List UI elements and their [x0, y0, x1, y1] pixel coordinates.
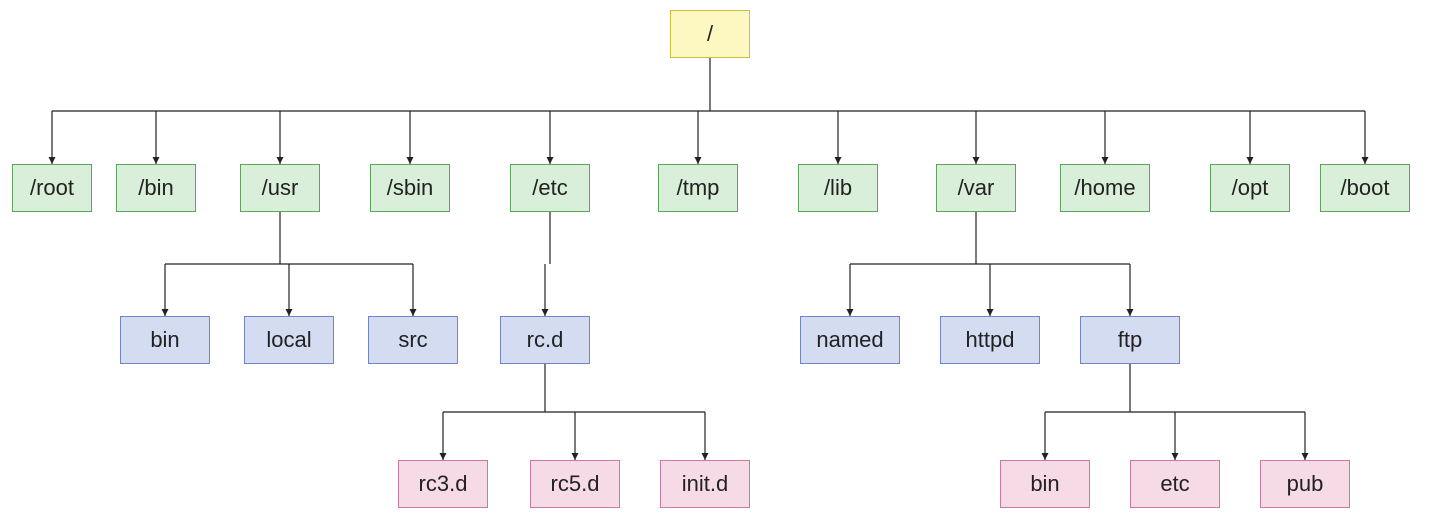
- node-usr: /usr: [240, 164, 320, 212]
- node-label: /lib: [824, 175, 852, 201]
- node-label: /opt: [1232, 175, 1269, 201]
- node-root: /: [670, 10, 750, 58]
- node-lib: /lib: [798, 164, 878, 212]
- node-label: pub: [1287, 471, 1324, 497]
- node-usr-local: local: [244, 316, 334, 364]
- node-usr-bin: bin: [120, 316, 210, 364]
- node-sbin: /sbin: [370, 164, 450, 212]
- node-initd: init.d: [660, 460, 750, 508]
- node-label: ftp: [1118, 327, 1142, 353]
- node-label: local: [266, 327, 311, 353]
- node-rc3d: rc3.d: [398, 460, 488, 508]
- node-label: etc: [1160, 471, 1189, 497]
- node-boot: /boot: [1320, 164, 1410, 212]
- node-opt: /opt: [1210, 164, 1290, 212]
- node-label: /sbin: [387, 175, 433, 201]
- node-var-named: named: [800, 316, 900, 364]
- node-label: rc3.d: [419, 471, 468, 497]
- node-label: named: [816, 327, 883, 353]
- node-ftp-pub: pub: [1260, 460, 1350, 508]
- node-var-ftp: ftp: [1080, 316, 1180, 364]
- node-home: /home: [1060, 164, 1150, 212]
- node-label: /root: [30, 175, 74, 201]
- node-label: rc.d: [527, 327, 564, 353]
- node-etc-rcd: rc.d: [500, 316, 590, 364]
- node-label: /etc: [532, 175, 567, 201]
- node-bin: /bin: [116, 164, 196, 212]
- node-tmp: /tmp: [658, 164, 738, 212]
- node-label: /usr: [262, 175, 299, 201]
- node-label: bin: [150, 327, 179, 353]
- node-label: /bin: [138, 175, 173, 201]
- node-ftp-etc: etc: [1130, 460, 1220, 508]
- node-label: init.d: [682, 471, 728, 497]
- node-label: /: [707, 21, 713, 47]
- node-label: rc5.d: [551, 471, 600, 497]
- node-rc5d: rc5.d: [530, 460, 620, 508]
- node-root-dir: /root: [12, 164, 92, 212]
- node-etc: /etc: [510, 164, 590, 212]
- node-label: /home: [1074, 175, 1135, 201]
- node-var: /var: [936, 164, 1016, 212]
- node-var-httpd: httpd: [940, 316, 1040, 364]
- node-label: /tmp: [677, 175, 720, 201]
- node-usr-src: src: [368, 316, 458, 364]
- node-label: httpd: [966, 327, 1015, 353]
- node-label: src: [398, 327, 427, 353]
- node-label: /boot: [1341, 175, 1390, 201]
- node-label: /var: [958, 175, 995, 201]
- node-label: bin: [1030, 471, 1059, 497]
- node-ftp-bin: bin: [1000, 460, 1090, 508]
